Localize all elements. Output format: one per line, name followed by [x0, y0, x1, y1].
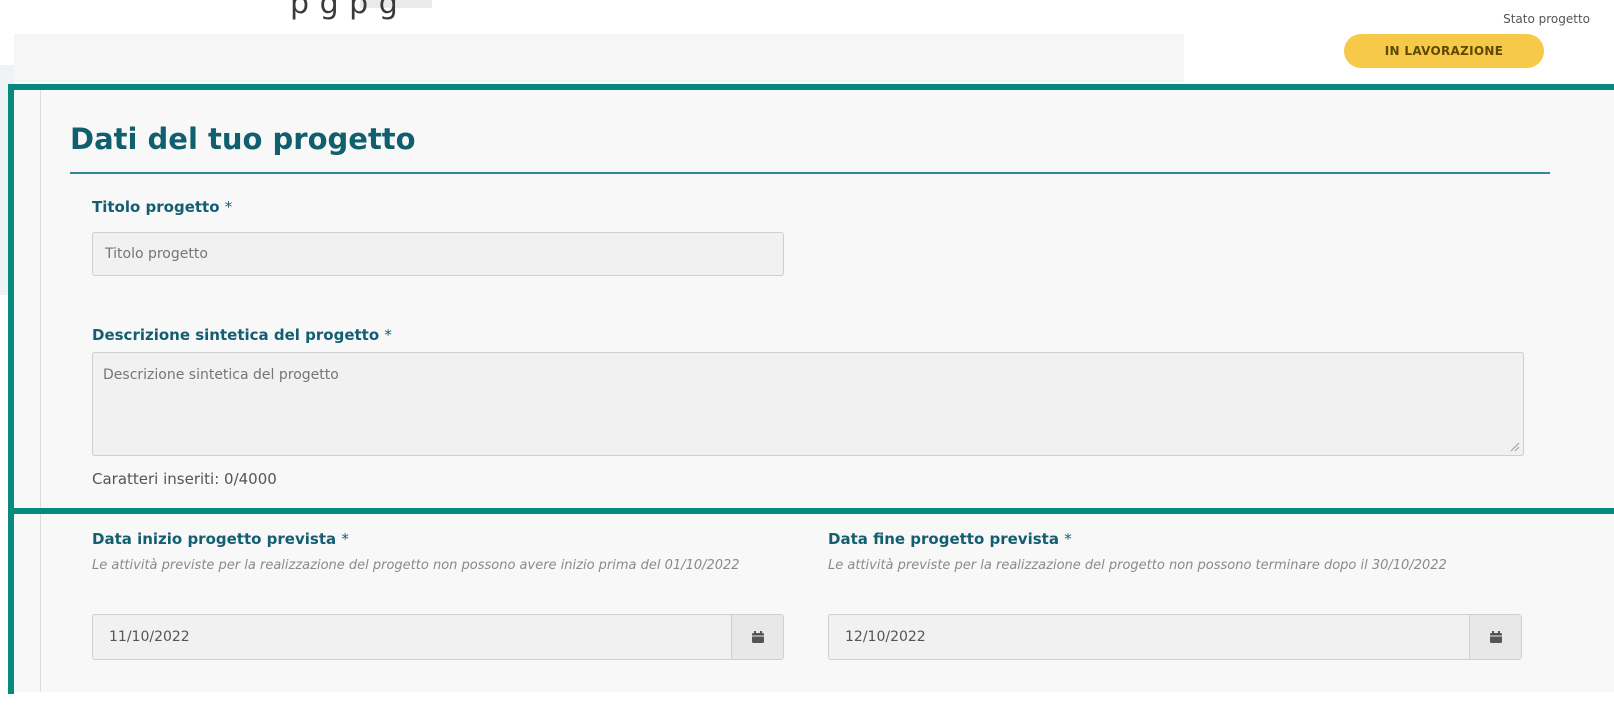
section-divider	[70, 172, 1550, 174]
end-date-calendar-button[interactable]	[1469, 615, 1521, 659]
description-label: Descrizione sintetica del progetto *	[92, 326, 392, 344]
end-date-required-mark: *	[1064, 530, 1072, 548]
description-label-text: Descrizione sintetica del progetto	[92, 326, 380, 344]
description-required-mark: *	[384, 326, 392, 344]
title-required-mark: *	[224, 198, 233, 216]
description-textarea[interactable]	[92, 352, 1524, 456]
resize-grip-icon[interactable]	[1508, 440, 1520, 452]
title-input[interactable]	[92, 232, 784, 276]
start-date-field[interactable]: 11/10/2022	[92, 614, 784, 660]
end-date-label: Data fine progetto prevista *	[828, 530, 1072, 548]
start-date-label-text: Data inizio progetto prevista	[92, 530, 337, 548]
highlight-frame-divider	[8, 508, 1614, 514]
char-counter: Caratteri inseriti: 0/4000	[92, 470, 277, 488]
top-strip	[14, 34, 1184, 82]
section-title: Dati del tuo progetto	[70, 122, 416, 156]
end-date-field[interactable]: 12/10/2022	[828, 614, 1522, 660]
start-date-required-mark: *	[341, 530, 349, 548]
end-date-hint: Le attività previste per la realizzazion…	[828, 558, 1447, 573]
start-date-label: Data inizio progetto prevista *	[92, 530, 349, 548]
calendar-icon	[751, 631, 764, 643]
panel-bottom	[14, 692, 1614, 728]
start-date-hint: Le attività previste per la realizzazion…	[92, 558, 740, 573]
cut-off-heading: p g p g	[290, 0, 399, 21]
end-date-value[interactable]: 12/10/2022	[829, 615, 1469, 659]
status-label: Stato progetto	[1503, 12, 1590, 26]
start-date-value[interactable]: 11/10/2022	[93, 615, 731, 659]
highlight-frame-bottom	[8, 508, 14, 694]
status-badge: IN LAVORAZIONE	[1344, 34, 1544, 68]
title-label: Titolo progetto *	[92, 198, 232, 216]
title-label-text: Titolo progetto	[92, 198, 220, 216]
calendar-icon	[1489, 631, 1502, 643]
end-date-label-text: Data fine progetto prevista	[828, 530, 1059, 548]
start-date-calendar-button[interactable]	[731, 615, 783, 659]
